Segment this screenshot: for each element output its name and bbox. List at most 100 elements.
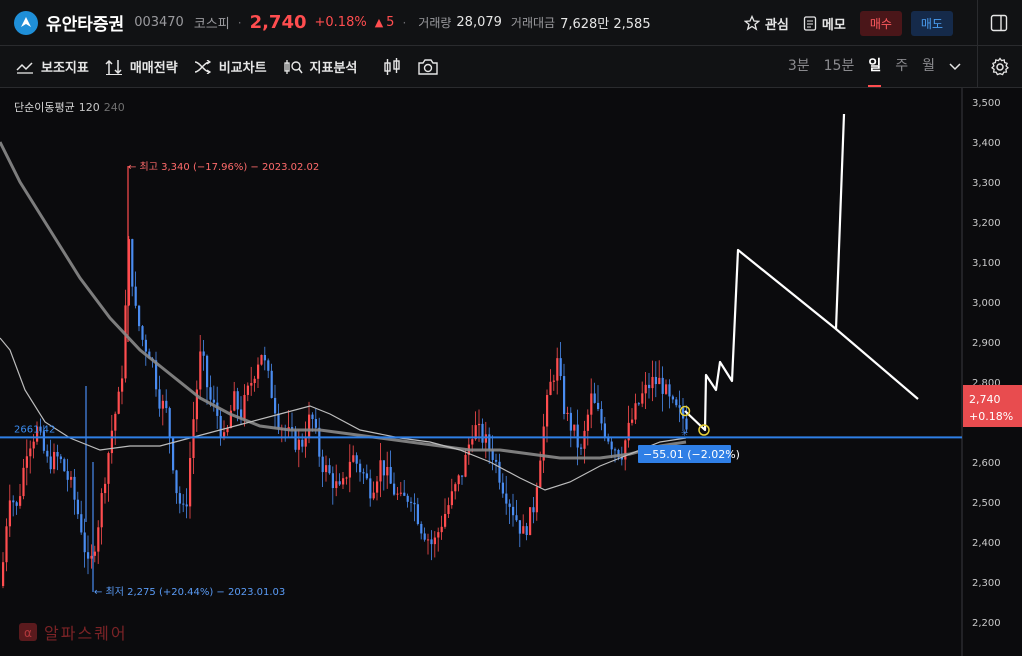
shuffle-icon [194,59,211,74]
candle-body [423,533,426,540]
candle-body [338,481,341,485]
candle-body [270,370,273,398]
candle-body [63,459,66,472]
watchlist-button[interactable]: 관심 [743,14,789,33]
candle-body [110,430,113,454]
chevron-down-icon[interactable] [949,62,961,71]
candle-body [49,456,52,470]
price-tick-label: 2,200 [972,618,1001,629]
candle-body [389,466,392,484]
measure-anchor-marker: ✳ [681,429,689,439]
market-name: 코스피 [193,17,230,32]
candle-body [355,455,358,464]
watchlist-label: 관심 [764,17,789,33]
price-chart[interactable]: 3,5003,4003,3003,2003,1003,0002,9002,800… [0,88,1022,656]
candle-body [437,532,440,538]
candle-body [325,465,328,473]
candle-body [478,423,481,426]
candle-body [165,400,168,409]
candle-body [178,493,181,504]
current-price: 2,740 [249,12,307,33]
period-week[interactable]: 주 [895,46,908,87]
indicator-label: 보조지표 [41,61,89,76]
change-value: 5 [386,15,395,30]
candle-body [257,364,260,379]
strategy-button[interactable]: 매매전략 [105,57,178,76]
candle-body [651,376,654,389]
candle-body [277,413,280,430]
candle-body [161,400,164,409]
candle-body [382,460,385,476]
period-3min[interactable]: 3분 [788,46,810,87]
candle-body [219,415,222,438]
candle-body [342,478,345,485]
candle-body [97,527,100,552]
chart-toolbar: 보조지표 매매전략 비교차트 지표분석 3분 15분 일 주 월 [0,46,1022,88]
candle-body [393,483,396,495]
measure-label: −55.01 (−2.02%) [643,448,740,461]
period-day[interactable]: 일 [868,46,882,87]
candle-body [15,502,18,506]
price-tick-label: 3,400 [972,138,1001,149]
screenshot-button[interactable] [417,58,439,76]
candle-body [552,380,555,382]
candle-body [209,387,212,400]
candle-body [583,430,586,449]
candle-body [416,504,419,524]
company-logo-icon [14,10,38,35]
candle-body [522,526,525,534]
camera-icon [418,58,439,75]
candle-body [399,492,402,494]
indicator-period-240: 240 [103,101,125,114]
candle-body [80,514,83,533]
sell-button[interactable]: 매도 [910,10,953,36]
candle-body [658,377,661,385]
indicator-legend[interactable]: 단순이동평균 120 240 [14,99,125,115]
analysis-label: 지표분석 [309,61,358,76]
candle-body [318,427,321,457]
candle-body [5,526,8,563]
analysis-button[interactable]: 지표분석 [283,57,358,76]
candle-body [365,473,368,479]
candle-body [114,413,117,431]
candle-body [168,408,171,438]
candle-body [19,496,22,506]
price-tick-label: 2,400 [972,538,1001,549]
candle-body [199,351,202,390]
candle-body [559,358,562,377]
candle-body [297,439,300,450]
divider [977,0,978,46]
candle-body [263,354,266,361]
candle-body [345,477,348,479]
price-tick-label: 3,300 [972,178,1001,189]
period-month[interactable]: 월 [922,46,935,87]
candle-body [301,439,304,447]
candle-body [158,389,161,409]
settings-gear-icon[interactable] [990,56,1010,77]
candle-body [107,453,110,484]
memo-button[interactable]: 메모 [803,14,846,33]
candle-body [46,450,49,457]
stock-header: 유안타증권 003470 코스피 · 2,740 +0.18% ▲ 5 · 거래… [0,0,1022,46]
candle-body [518,520,521,534]
compare-button[interactable]: 비교차트 [194,57,267,76]
candle-body [546,395,549,427]
stock-name[interactable]: 유안타증권 [46,10,124,35]
divider [977,46,978,87]
buy-button[interactable]: 매수 [859,10,902,36]
separator-dot: · [237,15,242,30]
candle-body [304,438,307,447]
candle-body [267,360,270,371]
horizontal-line-label: 2661.42 [14,424,55,435]
candle-body [396,493,399,495]
candle-body [25,456,28,468]
compare-label: 비교차트 [218,61,267,76]
separator-dot: · [402,15,407,30]
panel-toggle-icon[interactable] [990,14,1008,32]
period-15min[interactable]: 15분 [824,46,855,87]
candle-body [138,305,141,327]
chart-type-button[interactable] [383,57,401,76]
indicator-button[interactable]: 보조지표 [16,57,89,76]
candle-body [508,503,511,507]
candle-body [556,358,559,381]
